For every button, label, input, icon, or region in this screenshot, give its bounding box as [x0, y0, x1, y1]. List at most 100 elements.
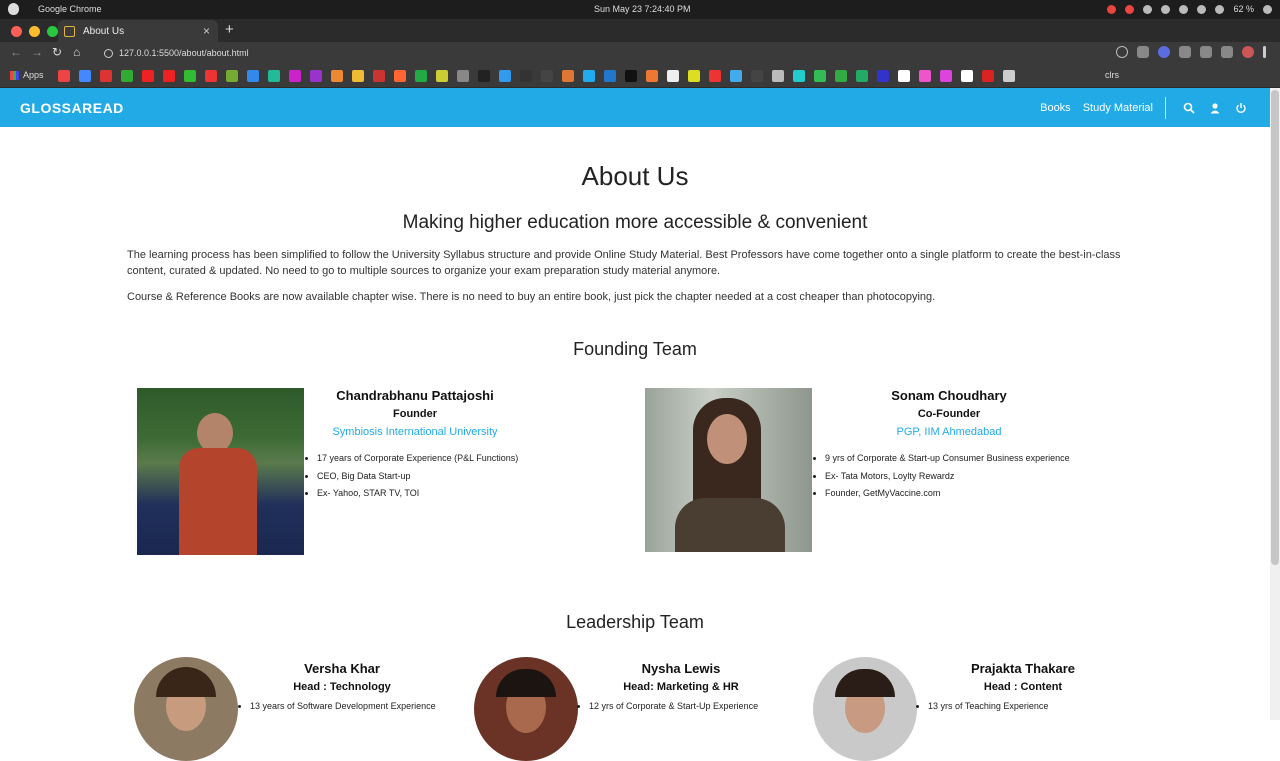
user-icon[interactable]: [1206, 99, 1224, 117]
extension-icon[interactable]: [1179, 46, 1191, 58]
bookmark-icon[interactable]: [667, 70, 679, 82]
page-subtitle: Making higher education more accessible …: [402, 212, 868, 233]
bookmark-icon[interactable]: [163, 70, 175, 82]
bookmark-icon[interactable]: [835, 70, 847, 82]
bluetooth-icon[interactable]: [1179, 4, 1189, 14]
bookmark-icon[interactable]: [184, 70, 196, 82]
apple-icon[interactable]: [8, 3, 19, 15]
site-info-icon[interactable]: [104, 48, 113, 58]
new-tab-button[interactable]: +: [225, 21, 234, 38]
bookmark-icon[interactable]: [457, 70, 469, 82]
bookmark-icon[interactable]: [499, 70, 511, 82]
bookmark-icon[interactable]: [226, 70, 238, 82]
cofounder-education-link[interactable]: PGP, IIM Ahmedabad: [839, 426, 1059, 438]
bookmark-icon[interactable]: [646, 70, 658, 82]
site-logo[interactable]: GLOSSAREAD: [20, 100, 124, 116]
leader-name: Prajakta Thakare: [970, 661, 1076, 676]
profile-avatar-icon[interactable]: [1242, 46, 1254, 58]
close-tab-icon[interactable]: ×: [203, 24, 210, 38]
founder-photo: [137, 388, 304, 555]
bookmark-icon[interactable]: [772, 70, 784, 82]
bookmark-icon[interactable]: [352, 70, 364, 82]
bookmark-icon[interactable]: [604, 70, 616, 82]
extensions-area: [1116, 46, 1266, 58]
bookmark-icon[interactable]: [142, 70, 154, 82]
status-dot-icon[interactable]: [1125, 4, 1135, 14]
scrollbar-thumb[interactable]: [1271, 90, 1279, 565]
bookmark-icon[interactable]: [58, 70, 70, 82]
bookmark-icon[interactable]: [961, 70, 973, 82]
search-icon[interactable]: [1180, 99, 1198, 117]
bookmark-icon[interactable]: [730, 70, 742, 82]
browser-tabstrip: About Us × +: [0, 19, 1280, 42]
list-item: 13 yrs of Teaching Experience: [928, 698, 1146, 716]
bookmark-clrs[interactable]: clrs: [1105, 70, 1119, 80]
bookmark-icon[interactable]: [394, 70, 406, 82]
bookmark-star-icon[interactable]: [1116, 46, 1128, 58]
extensions-puzzle-icon[interactable]: [1221, 46, 1233, 58]
bookmark-icon[interactable]: [100, 70, 112, 82]
browser-tab-about[interactable]: About Us ×: [58, 20, 218, 42]
page-scrollbar[interactable]: [1270, 88, 1280, 720]
battery-percent: 62 %: [1233, 4, 1254, 14]
bookmark-icon[interactable]: [898, 70, 910, 82]
bookmark-icon[interactable]: [268, 70, 280, 82]
bookmark-icon[interactable]: [793, 70, 805, 82]
bookmark-icon[interactable]: [625, 70, 637, 82]
bookmark-icon[interactable]: [478, 70, 490, 82]
extension-icon[interactable]: [1137, 46, 1149, 58]
reload-icon[interactable]: ↻: [52, 45, 62, 59]
bookmark-icon[interactable]: [331, 70, 343, 82]
back-arrow-icon[interactable]: ←: [10, 45, 22, 59]
bookmark-icon[interactable]: [415, 70, 427, 82]
bookmark-icon[interactable]: [751, 70, 763, 82]
extension-icon[interactable]: [1158, 46, 1170, 58]
bookmark-icon[interactable]: [688, 70, 700, 82]
cofounder-name: Sonam Choudhary: [891, 388, 1007, 403]
browser-menu-icon[interactable]: [1263, 46, 1266, 58]
nav-books-link[interactable]: Books: [1034, 102, 1077, 114]
nav-study-material-link[interactable]: Study Material: [1077, 102, 1159, 114]
bookmark-icon[interactable]: [289, 70, 301, 82]
forward-arrow-icon[interactable]: →: [31, 45, 43, 59]
bookmark-icon[interactable]: [919, 70, 931, 82]
bookmark-icon[interactable]: [982, 70, 994, 82]
minimize-window-button[interactable]: [29, 26, 40, 37]
bookmark-icon[interactable]: [247, 70, 259, 82]
volume-icon[interactable]: [1197, 4, 1207, 14]
home-icon[interactable]: ⌂: [73, 45, 80, 59]
system-clock[interactable]: Sun May 23 7:24:40 PM: [594, 4, 691, 14]
bookmark-icon[interactable]: [709, 70, 721, 82]
founder-education-link[interactable]: Symbiosis International University: [306, 426, 524, 438]
record-icon[interactable]: [1107, 4, 1117, 14]
bookmark-icon[interactable]: [856, 70, 868, 82]
battery-icon[interactable]: [1215, 4, 1225, 14]
active-app-name[interactable]: Google Chrome: [38, 4, 102, 14]
bookmark-icon[interactable]: [562, 70, 574, 82]
wifi-icon[interactable]: [1161, 4, 1171, 14]
close-window-button[interactable]: [11, 26, 22, 37]
main-content: About Us Making higher education more ac…: [0, 127, 1270, 761]
bookmark-icon[interactable]: [373, 70, 385, 82]
extension-icon[interactable]: [1200, 46, 1212, 58]
bookmark-icon[interactable]: [1003, 70, 1015, 82]
bookmark-icon[interactable]: [814, 70, 826, 82]
power-icon[interactable]: [1232, 99, 1250, 117]
bookmark-icon[interactable]: [541, 70, 553, 82]
founder-highlights: 17 years of Corporate Experience (P&L Fu…: [305, 450, 605, 503]
bookmark-icon[interactable]: [205, 70, 217, 82]
bookmark-icon[interactable]: [79, 70, 91, 82]
bookmark-icon[interactable]: [310, 70, 322, 82]
bookmark-icon[interactable]: [520, 70, 532, 82]
power-menu-icon[interactable]: [1263, 4, 1272, 14]
bookmark-apps[interactable]: Apps: [10, 70, 44, 80]
cofounder-photo: [645, 388, 812, 552]
bookmark-icon[interactable]: [940, 70, 952, 82]
bookmark-icon[interactable]: [877, 70, 889, 82]
bookmark-icon[interactable]: [583, 70, 595, 82]
accessibility-icon[interactable]: [1143, 4, 1153, 14]
address-bar[interactable]: 127.0.0.1:5500/about/about.html: [96, 43, 1126, 63]
maximize-window-button[interactable]: [47, 26, 58, 37]
bookmark-icon[interactable]: [121, 70, 133, 82]
bookmark-icon[interactable]: [436, 70, 448, 82]
